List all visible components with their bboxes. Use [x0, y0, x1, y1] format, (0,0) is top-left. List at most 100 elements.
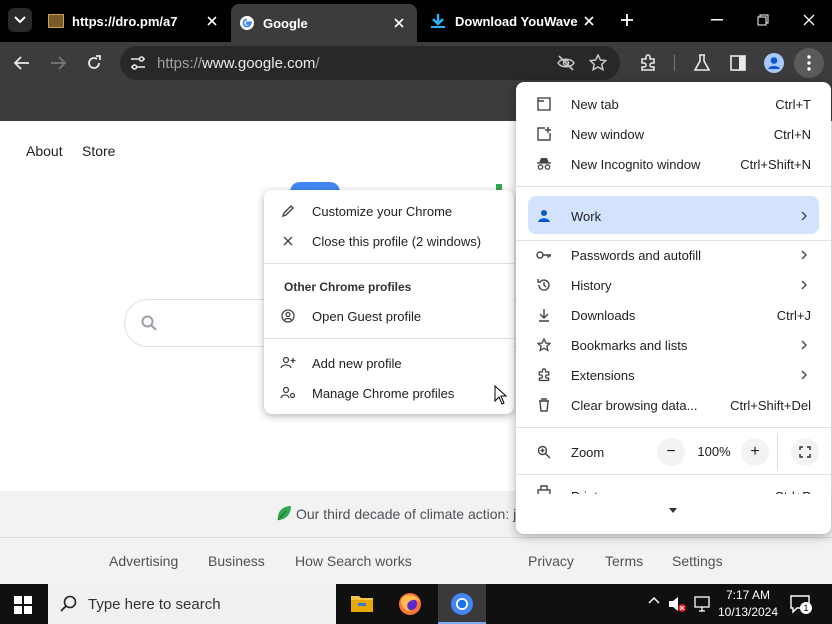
close-tab-icon[interactable]	[202, 11, 222, 31]
close-tab-icon[interactable]	[579, 11, 599, 31]
menu-scroll-footer	[516, 495, 831, 534]
passwords-item[interactable]: Passwords and autofill	[516, 240, 831, 270]
firefox-taskbar-icon[interactable]	[398, 592, 422, 616]
show-hidden-icons-button[interactable]	[648, 596, 660, 604]
forward-button[interactable]	[46, 51, 70, 75]
new-window-item[interactable]: New window Ctrl+N	[516, 119, 831, 149]
profile-button[interactable]	[762, 51, 786, 75]
back-arrow-icon	[14, 56, 29, 70]
zoom-in-button[interactable]: +	[741, 438, 769, 466]
clear-browsing-data-item[interactable]: Clear browsing data... Ctrl+Shift+Del	[516, 390, 831, 420]
menu-item-label: Extensions	[571, 367, 635, 383]
tab-title: Download YouWave 3	[455, 13, 579, 29]
close-icon	[283, 236, 293, 246]
eye-off-icon[interactable]	[556, 54, 576, 72]
taskbar-search-box[interactable]: Type here to search	[48, 584, 336, 624]
privacy-link[interactable]: Privacy	[528, 553, 574, 569]
menu-item-label: Open Guest profile	[312, 308, 422, 324]
file-explorer-taskbar-icon[interactable]	[350, 593, 374, 613]
forward-arrow-icon	[51, 56, 66, 70]
reload-button[interactable]	[82, 51, 106, 75]
other-profiles-header: Other Chrome profiles	[284, 280, 412, 294]
menu-item-label: Customize your Chrome	[312, 203, 453, 219]
new-window-icon	[536, 127, 551, 141]
manage-profiles-item[interactable]: Manage Chrome profiles	[264, 378, 514, 408]
bookmarks-item[interactable]: Bookmarks and lists	[516, 330, 831, 360]
zoom-out-button[interactable]: −	[657, 438, 685, 466]
store-link[interactable]: Store	[82, 143, 115, 159]
chevron-down-icon	[14, 16, 26, 24]
about-link[interactable]: About	[26, 143, 63, 159]
tab-search-button[interactable]	[8, 8, 32, 32]
google-favicon-icon	[240, 16, 254, 30]
side-panel-button[interactable]	[726, 51, 750, 75]
labs-button[interactable]	[690, 51, 714, 75]
menu-item-label: Clear browsing data...	[571, 397, 698, 413]
new-tab-item[interactable]: New tab Ctrl+T	[516, 89, 831, 119]
scroll-down-arrow-icon[interactable]	[669, 508, 677, 513]
menu-item-label: Add new profile	[312, 355, 402, 371]
chevron-right-icon	[801, 250, 807, 260]
chevron-right-icon	[801, 280, 807, 290]
close-profile-item[interactable]: Close this profile (2 windows)	[264, 226, 514, 256]
chrome-taskbar-icon[interactable]	[438, 584, 486, 624]
notification-count-badge: 1	[800, 602, 812, 614]
settings-link[interactable]: Settings	[672, 553, 723, 569]
tab-title: Google	[263, 15, 308, 31]
taskbar-search-placeholder: Type here to search	[88, 596, 221, 613]
tab-youwave[interactable]: Download YouWave 3	[421, 4, 607, 38]
url-scheme: https://	[157, 55, 203, 72]
trash-icon	[538, 398, 549, 412]
how-search-works-link[interactable]: How Search works	[295, 553, 412, 569]
new-incognito-item[interactable]: New Incognito window Ctrl+Shift+N	[516, 149, 831, 179]
star-icon	[536, 338, 551, 352]
advertising-link[interactable]: Advertising	[109, 553, 178, 569]
notification-center-button[interactable]: 1	[790, 594, 812, 614]
new-tab-button[interactable]	[616, 9, 638, 31]
terms-link[interactable]: Terms	[605, 553, 643, 569]
address-bar[interactable]: https://www.google.com/	[120, 46, 620, 80]
profile-submenu: Customize your Chrome Close this profile…	[264, 190, 514, 414]
back-button[interactable]	[10, 51, 34, 75]
start-button[interactable]	[14, 596, 32, 614]
minimize-button[interactable]	[694, 0, 740, 40]
climate-text[interactable]: Our third decade of climate action: j	[296, 506, 516, 522]
tab-strip: https://dro.pm/a7 Google Download YouWav…	[0, 0, 832, 42]
flask-icon	[694, 54, 710, 71]
fullscreen-button[interactable]	[791, 438, 819, 466]
star-icon[interactable]	[589, 54, 607, 71]
divider	[516, 474, 831, 475]
business-link[interactable]: Business	[208, 553, 265, 569]
work-profile-item[interactable]: Work	[516, 201, 831, 231]
close-tab-icon[interactable]	[389, 13, 409, 33]
open-guest-profile-item[interactable]: Open Guest profile	[264, 301, 514, 331]
windows-logo-icon	[14, 596, 32, 614]
history-item[interactable]: History	[516, 270, 831, 300]
customize-chrome-item[interactable]: Customize your Chrome	[264, 196, 514, 226]
extensions-button[interactable]	[636, 51, 660, 75]
plus-icon	[621, 14, 633, 26]
person-icon	[537, 210, 550, 222]
chevron-right-icon	[801, 370, 807, 380]
extensions-item[interactable]: Extensions	[516, 360, 831, 390]
site-settings-icon[interactable]	[130, 56, 146, 70]
network-icon[interactable]	[694, 596, 712, 612]
add-profile-item[interactable]: Add new profile	[264, 348, 514, 378]
restore-button[interactable]	[740, 0, 786, 40]
clock-date: 10/13/2024	[717, 605, 779, 619]
shortcut-label: Ctrl+Shift+Del	[730, 397, 811, 413]
volume-muted-icon[interactable]	[668, 595, 686, 613]
downloads-item[interactable]: Downloads Ctrl+J	[516, 300, 831, 330]
puzzle-icon	[538, 368, 549, 382]
tab-dro[interactable]: https://dro.pm/a7	[40, 4, 230, 38]
chevron-right-icon	[801, 340, 807, 350]
close-window-button[interactable]	[786, 0, 832, 40]
menu-item-label: Work	[571, 208, 602, 224]
tab-google[interactable]: Google	[231, 4, 417, 42]
chrome-menu-button[interactable]	[794, 48, 824, 78]
menu-item-label: New Incognito window	[571, 156, 701, 172]
zoom-level: 100%	[697, 444, 731, 459]
shortcut-label: Ctrl+Shift+N	[740, 156, 811, 172]
restore-icon	[757, 14, 769, 26]
shortcut-label: Ctrl+N	[773, 126, 811, 142]
